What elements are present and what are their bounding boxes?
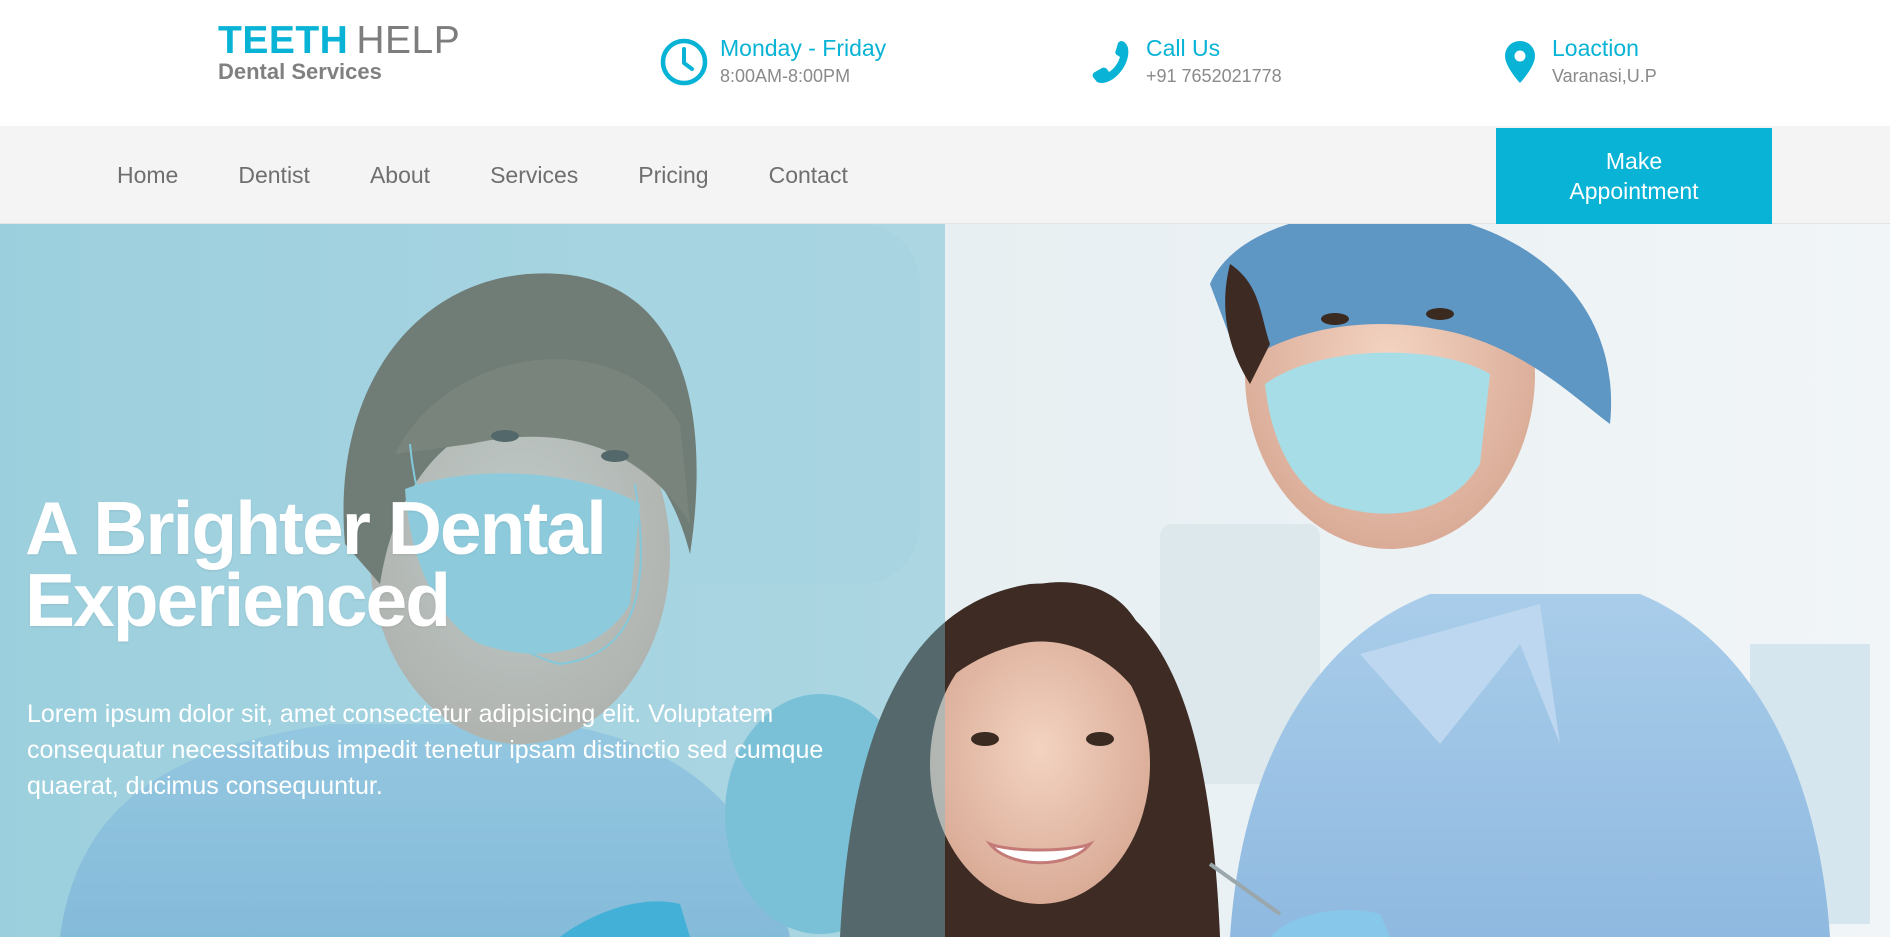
- info-location: Loaction Varanasi,U.P: [1496, 34, 1657, 88]
- clock-icon: [658, 36, 710, 88]
- info-call-title: Call Us: [1146, 35, 1221, 61]
- nav-item-about[interactable]: About: [370, 162, 430, 189]
- info-hours-value: 8:00AM-8:00PM: [720, 66, 851, 86]
- info-location-title: Loaction: [1552, 35, 1639, 61]
- phone-icon: [1084, 36, 1136, 88]
- info-location-value: Varanasi,U.P: [1552, 66, 1657, 86]
- hero-description: Lorem ipsum dolor sit, amet consectetur …: [27, 700, 824, 800]
- main-navbar: Home Dentist About Services Pricing Cont…: [0, 126, 1890, 224]
- make-appointment-button[interactable]: Make Appointment: [1496, 128, 1772, 224]
- nav-item-dentist[interactable]: Dentist: [238, 162, 310, 189]
- nav-item-home[interactable]: Home: [117, 162, 178, 189]
- info-hours: Monday - Friday 8:00AM-8:00PM: [658, 34, 886, 88]
- nav-links: Home Dentist About Services Pricing Cont…: [117, 126, 908, 224]
- brand-tagline: Dental Services: [218, 59, 382, 84]
- info-call: Call Us +91 7652021778: [1084, 34, 1282, 88]
- nav-item-contact[interactable]: Contact: [769, 162, 848, 189]
- hero-section: A Brighter Dental Experienced Lorem ipsu…: [0, 224, 1890, 937]
- nav-item-pricing[interactable]: Pricing: [638, 162, 708, 189]
- brand-name: TEETH HELP: [218, 20, 460, 62]
- map-pin-icon: [1496, 36, 1544, 88]
- hero-heading: A Brighter Dental Experienced: [25, 486, 607, 642]
- brand-name-part2: HELP: [356, 19, 461, 62]
- top-header: TEETH HELP Dental Services Monday - Frida…: [0, 0, 1890, 126]
- nav-item-services[interactable]: Services: [490, 162, 578, 189]
- brand-logo[interactable]: TEETH HELP Dental Services: [218, 20, 460, 84]
- info-hours-title: Monday - Friday: [720, 35, 887, 61]
- brand-name-part1: TEETH: [218, 19, 349, 62]
- info-call-value[interactable]: +91 7652021778: [1146, 64, 1282, 88]
